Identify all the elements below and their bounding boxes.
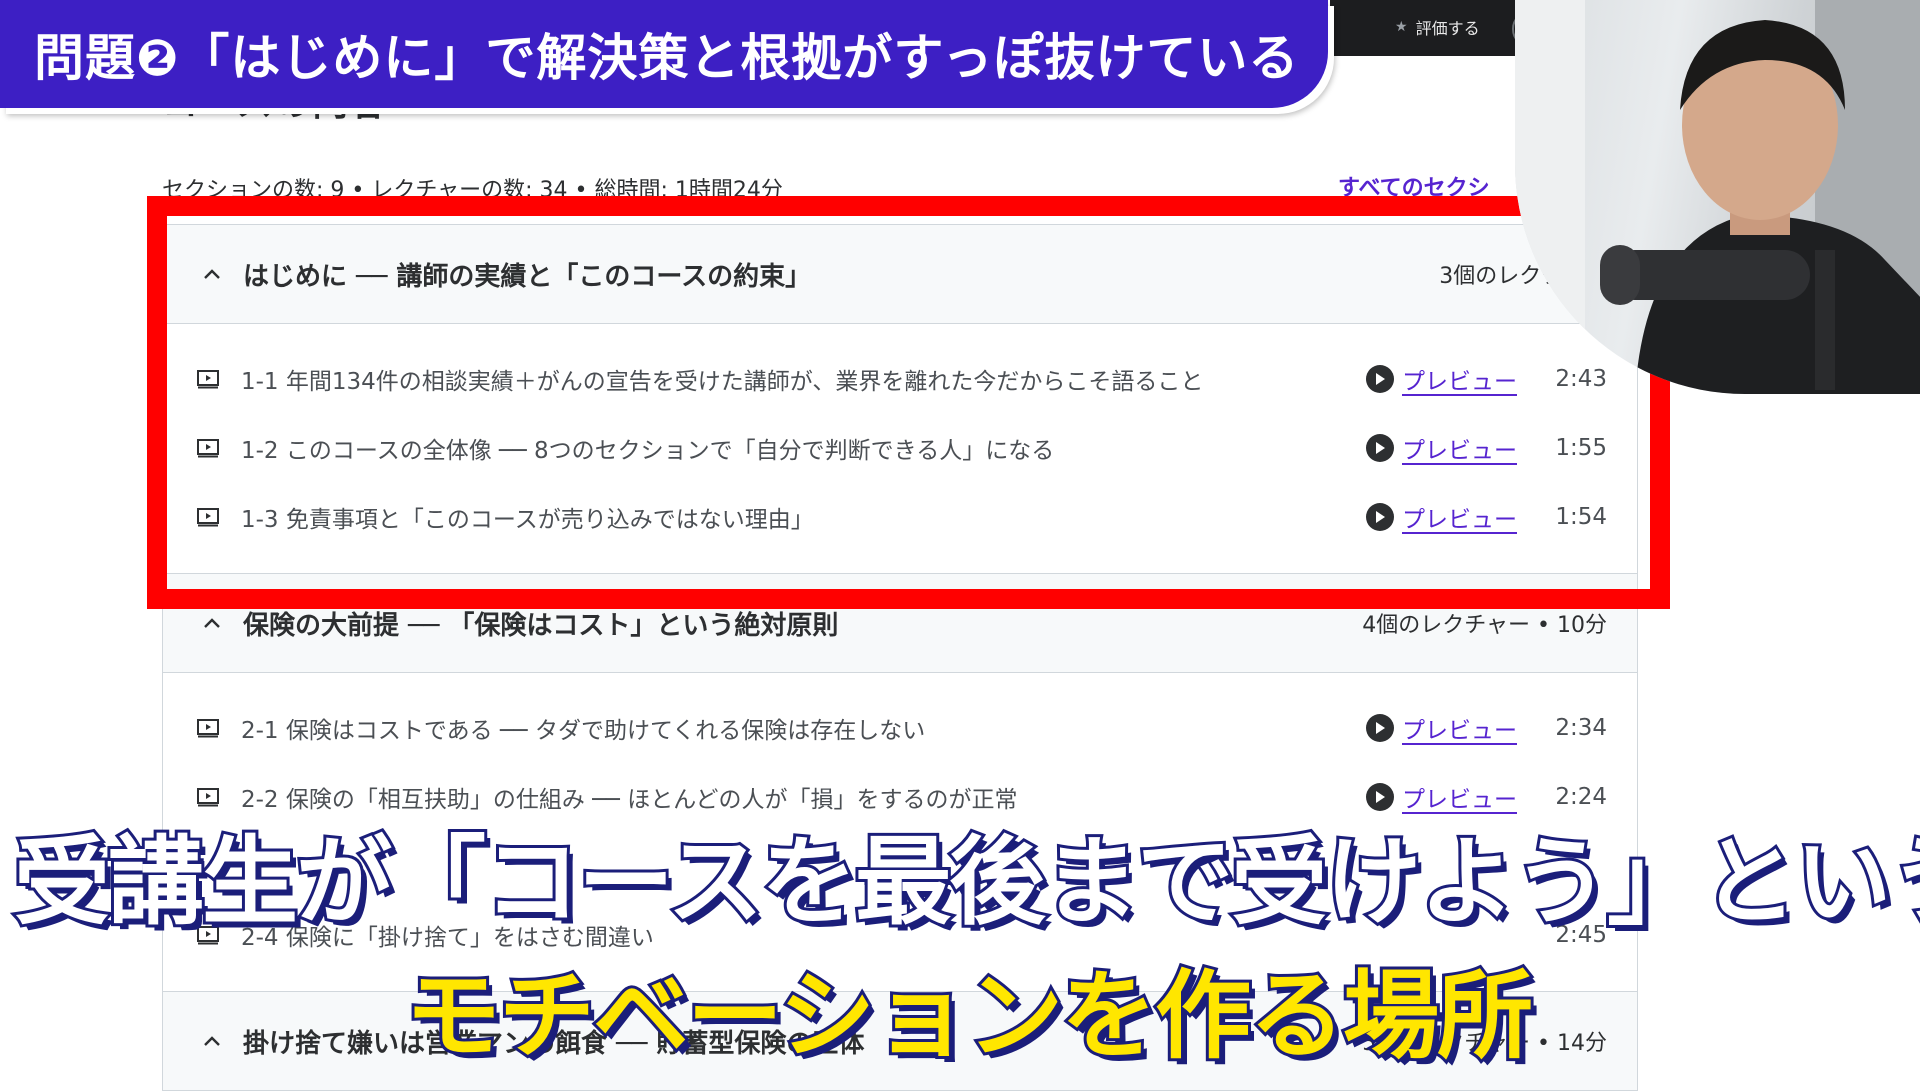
banner-text: 問題❷「はじめに」で解決策と根拠がすっぽ抜けている xyxy=(34,29,1300,87)
video-icon xyxy=(195,717,221,739)
chevron-up-icon xyxy=(199,1028,225,1054)
lecture-item[interactable]: 1-1 年間134件の相談実績＋がんの宣告を受けた講師が、業界を離れた今だからこ… xyxy=(163,344,1637,413)
preview-button[interactable]: プレビュー xyxy=(1366,711,1517,745)
problem-banner: 問題❷「はじめに」で解決策と根拠がすっぽ抜けている xyxy=(0,0,1328,108)
preview-link[interactable]: プレビュー xyxy=(1402,431,1517,465)
preview-link[interactable]: プレビュー xyxy=(1402,711,1517,745)
expand-all-sections-link[interactable]: すべてのセクシ xyxy=(1338,170,1490,202)
section-title: 保険の大前提 ── 「保険はコスト」という絶対原則 xyxy=(243,610,839,641)
rate-course-button[interactable]: ★ 評価する xyxy=(1395,14,1480,40)
section-body-1: 1-1 年間134件の相談実績＋がんの宣告を受けた講師が、業界を離れた今だからこ… xyxy=(163,324,1637,574)
course-stats: セクションの数: 9 • レクチャーの数: 34 • 総時間: 1時間24分 xyxy=(162,178,783,203)
rate-label: 評価する xyxy=(1415,19,1480,38)
preview-link[interactable]: プレビュー xyxy=(1402,362,1517,396)
lecture-title: 1-3 免責事項と「このコースが売り込みではない理由」 xyxy=(241,506,814,533)
preview-link[interactable]: プレビュー xyxy=(1402,500,1517,534)
video-icon xyxy=(195,506,221,528)
lecture-title: 1-2 このコースの全体像 ── 8つのセクションで「自分で判断できる人」になる xyxy=(241,437,1055,464)
lecture-title: 2-1 保険はコストである ── タダで助けてくれる保険は存在しない xyxy=(241,717,926,744)
play-icon xyxy=(1366,433,1394,462)
lecture-duration: 1:54 xyxy=(1555,503,1607,530)
section-title: はじめに ── 講師の実績と「このコースの約束」 xyxy=(243,261,812,292)
caption-line-1: 受講生が「コースを最後まで受けよう」という xyxy=(11,823,1920,941)
video-icon xyxy=(195,368,221,390)
section-header-1[interactable]: はじめに ── 講師の実績と「このコースの約束」 3個のレクチャー xyxy=(163,225,1637,324)
lecture-duration: 2:34 xyxy=(1555,714,1607,741)
preview-button[interactable]: プレビュー xyxy=(1366,500,1517,534)
star-icon: ★ xyxy=(1395,19,1408,35)
play-icon xyxy=(1366,713,1394,742)
play-icon xyxy=(1366,502,1394,531)
chevron-up-icon xyxy=(199,610,225,636)
play-icon xyxy=(1366,364,1394,393)
lecture-item[interactable]: 1-3 免責事項と「このコースが売り込みではない理由」 プレビュー 1:54 xyxy=(163,482,1637,551)
section-meta: 4個のレクチャー • 10分 xyxy=(1362,613,1607,638)
section-header-2[interactable]: 保険の大前提 ── 「保険はコスト」という絶対原則 4個のレクチャー • 10分 xyxy=(163,574,1637,673)
chevron-up-icon xyxy=(199,261,225,287)
preview-button[interactable]: プレビュー xyxy=(1366,362,1517,396)
lecture-item[interactable]: 1-2 このコースの全体像 ── 8つのセクションで「自分で判断できる人」になる… xyxy=(163,413,1637,482)
lecture-duration: 1:55 xyxy=(1555,434,1607,461)
caption-line-2: モチベーションを作る場所 xyxy=(402,957,1536,1075)
lecture-item[interactable]: 2-1 保険はコストである ── タダで助けてくれる保険は存在しない プレビュー… xyxy=(163,693,1637,762)
lecture-title: 1-1 年間134件の相談実績＋がんの宣告を受けた講師が、業界を離れた今だからこ… xyxy=(241,368,1204,395)
preview-button[interactable]: プレビュー xyxy=(1366,431,1517,465)
video-icon xyxy=(195,437,221,459)
lecture-duration: 2:43 xyxy=(1555,365,1607,392)
